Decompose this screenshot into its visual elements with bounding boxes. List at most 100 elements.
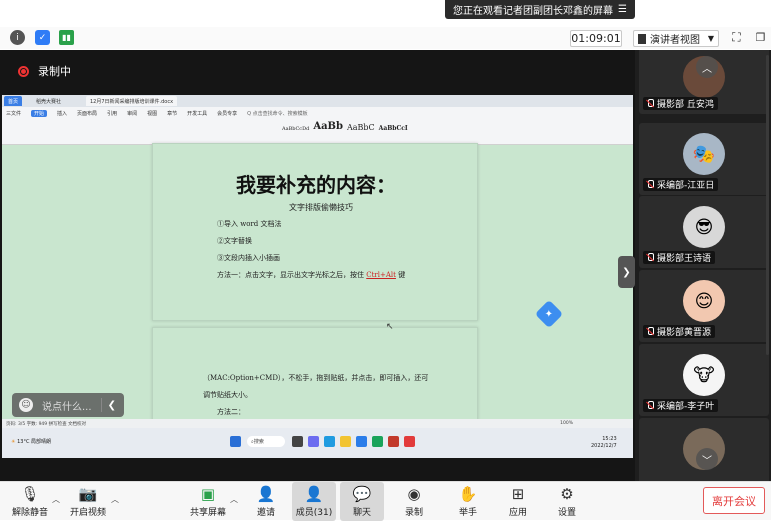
mouse-cursor-icon: ↖ — [386, 322, 394, 332]
tab-home[interactable]: 首页 — [4, 96, 23, 106]
store-icon[interactable] — [356, 436, 367, 447]
gear-icon: ⚙ — [560, 485, 574, 503]
tab-document[interactable]: 12月7日新闻采编排版培训课件.docx — [86, 96, 178, 106]
unmute-label: 解除静音 — [11, 508, 48, 518]
share-screen-button[interactable]: ▣ 共享屏幕 — [188, 482, 228, 521]
wps-writer-icon[interactable] — [404, 436, 415, 447]
chevron-up-icon[interactable]: ︿ — [230, 494, 238, 505]
chat-button[interactable]: 💬 聊天 — [340, 482, 384, 521]
chevron-down-icon: ▼ — [707, 34, 714, 43]
hand-icon: ✋ — [458, 485, 478, 503]
collapse-panel-button[interactable]: ❯ — [618, 256, 635, 288]
info-icon[interactable]: i — [10, 30, 25, 45]
shield-icon[interactable]: ✓ — [35, 30, 50, 45]
participant-name-text: 摄影部黄晋源 — [657, 328, 712, 338]
menu-dev[interactable]: 开发工具 — [187, 110, 207, 117]
menu-insert[interactable]: 插入 — [57, 110, 67, 117]
menu-icon[interactable]: ☰ — [618, 4, 627, 15]
emoji-icon[interactable]: ☺ — [19, 398, 33, 412]
menu-start[interactable]: 开始 — [31, 110, 48, 117]
doc-line-text: 方法一：点击文字，显示出文字光标之后，按住 — [217, 271, 367, 279]
menu-reference[interactable]: 引用 — [107, 110, 117, 117]
participant-name-text: 摄影部王诗语 — [657, 254, 712, 264]
task-view-icon[interactable] — [292, 436, 303, 447]
windows-taskbar: ☀ 13°C 局部晴朗 ⌕ 搜索 15:23 2022/12/7 — [2, 428, 633, 458]
view-mode-dropdown[interactable]: 演讲者视图 ▼ — [633, 30, 719, 47]
apps-label: 应用 — [508, 508, 527, 518]
browser-tabs: 首页 稻壳大赛社 12月7日新闻采编排版培训课件.docx — [2, 95, 633, 107]
recording-label: 录制中 — [38, 65, 71, 78]
app-icon[interactable] — [372, 436, 383, 447]
raise-hand-button[interactable]: ✋ 举手 — [448, 482, 488, 521]
tab-docer[interactable]: 稻壳大赛社 — [32, 96, 65, 106]
ribbon-search[interactable]: Q 点击查找命令、搜索模板 — [247, 110, 308, 117]
style-heading2[interactable]: AaBbC — [347, 123, 375, 132]
participant-tile[interactable]: 🐮 采编部-李子叶 — [639, 344, 769, 416]
taskbar-search[interactable]: ⌕ 搜索 — [247, 436, 285, 447]
style-gallery: AaBbCcDd AaBb AaBbC AaBbCcI — [282, 121, 408, 132]
style-normal[interactable]: AaBbCcDd — [282, 126, 309, 132]
record-label: 录制 — [404, 508, 423, 518]
top-toolbar: i ✓ ▮▮ 01:09:01 演讲者视图 ▼ ⛶ ❐ — [0, 27, 771, 49]
ribbon-menu: 三文件 开始 插入 页面布局 引用 审阅 视图 章节 开发工具 会员专享 Q 点… — [6, 110, 308, 117]
mic-muted-icon — [646, 99, 654, 108]
doc-line-text: 键 — [395, 271, 406, 279]
menu-file[interactable]: 三文件 — [6, 110, 21, 117]
explorer-icon[interactable] — [340, 436, 351, 447]
start-video-button[interactable]: 📷 开启视频 — [66, 482, 110, 521]
meeting-controls: 🎙 解除静音 ︿ 📷 开启视频 ︿ ▣ 共享屏幕 ︿ 👤 邀请 👤 成员(31)… — [0, 481, 771, 521]
fullscreen-icon[interactable]: ⛶ — [729, 30, 744, 45]
menu-review[interactable]: 审阅 — [127, 110, 137, 117]
window-icon[interactable]: ❐ — [753, 30, 768, 45]
leave-meeting-button[interactable]: 离开会议 — [703, 487, 765, 514]
menu-view[interactable]: 视图 — [147, 110, 157, 117]
edge-icon[interactable] — [324, 436, 335, 447]
menu-vip[interactable]: 会员专享 — [217, 110, 237, 117]
document-page-1: 我要补充的内容： 文字排版偷懒技巧 ①导入 word 文档法 ②文字替换 ③文段… — [152, 143, 478, 321]
main-stage: 录制中 首页 稻壳大赛社 12月7日新闻采编排版培训课件.docx 三文件 开始… — [0, 50, 635, 481]
scroll-up-button[interactable]: ︿ — [696, 56, 718, 78]
panel-scrollbar[interactable] — [766, 55, 769, 355]
signal-icon[interactable]: ▮▮ — [59, 30, 74, 45]
menu-layout[interactable]: 页面布局 — [77, 110, 97, 117]
camera-off-icon: 📷 — [78, 485, 98, 503]
menu-chapter[interactable]: 章节 — [167, 110, 177, 117]
participant-tile[interactable]: ︿ 摄影部 丘安鸿 — [639, 50, 769, 114]
scroll-down-button[interactable]: ﹀ — [696, 448, 718, 470]
wps-icon[interactable] — [388, 436, 399, 447]
word-ribbon: 三文件 开始 插入 页面布局 引用 审阅 视图 章节 开发工具 会员专享 Q 点… — [2, 107, 633, 145]
chevron-left-icon[interactable]: ❮ — [108, 400, 116, 411]
unmute-button[interactable]: 🎙 解除静音 — [8, 482, 52, 521]
windows-start-icon[interactable] — [230, 436, 241, 447]
video-label: 开启视频 — [69, 508, 106, 518]
participant-tile[interactable]: ﹀ — [639, 418, 769, 481]
participant-tile[interactable]: 😊 摄影部黄晋源 — [639, 270, 769, 342]
weather-widget[interactable]: ☀ 13°C 局部晴朗 — [11, 438, 51, 445]
view-mode-label: 演讲者视图 — [650, 35, 700, 46]
zoom-level[interactable]: 100% — [560, 421, 573, 426]
chat-app-icon[interactable] — [308, 436, 319, 447]
participant-tile[interactable]: 🎭 采编部-江亚日 — [639, 123, 769, 195]
record-button[interactable]: ◉ 录制 — [394, 482, 434, 521]
style-heading1[interactable]: AaBb — [313, 121, 343, 132]
apps-button[interactable]: ⊞ 应用 — [498, 482, 538, 521]
chevron-up-icon[interactable]: ︿ — [52, 494, 60, 505]
participant-name-text: 摄影部 丘安鸿 — [657, 100, 714, 110]
anime-avatar: 🎭 — [683, 133, 725, 175]
doc-line: 方法一：点击文字，显示出文字光标之后，按住 Ctrl+Alt 键 — [217, 270, 405, 280]
participant-name: 摄影部黄晋源 — [643, 325, 716, 338]
chevron-up-icon[interactable]: ︿ — [111, 494, 119, 505]
banner-text: 您正在观看记者团副团长邓鑫的屏幕 — [453, 6, 613, 17]
invite-button[interactable]: 👤 邀请 — [246, 482, 286, 521]
doc-line: （MAC:Option+CMD），不松手，拖到贴纸，并点击，即可插入，还可 — [203, 374, 429, 382]
participant-tile[interactable]: 😎 摄影部王诗语 — [639, 196, 769, 268]
style-heading3[interactable]: AaBbCcI — [379, 125, 408, 132]
chat-input-box[interactable]: ☺ 说点什么... ❮ — [12, 393, 124, 417]
participants-panel: ︿ 摄影部 丘安鸿 🎭 采编部-江亚日 😎 摄影部王诗语 😊 摄影部黄晋源 🐮 … — [635, 50, 771, 481]
meeting-timer: 01:09:01 — [570, 30, 622, 47]
doc-shortcut: Ctrl+Alt — [366, 271, 396, 279]
members-button[interactable]: 👤 成员(31) — [292, 482, 336, 521]
mic-muted-icon — [646, 401, 654, 410]
participant-name-text: 采编部-李子叶 — [657, 402, 715, 412]
settings-button[interactable]: ⚙ 设置 — [547, 482, 587, 521]
